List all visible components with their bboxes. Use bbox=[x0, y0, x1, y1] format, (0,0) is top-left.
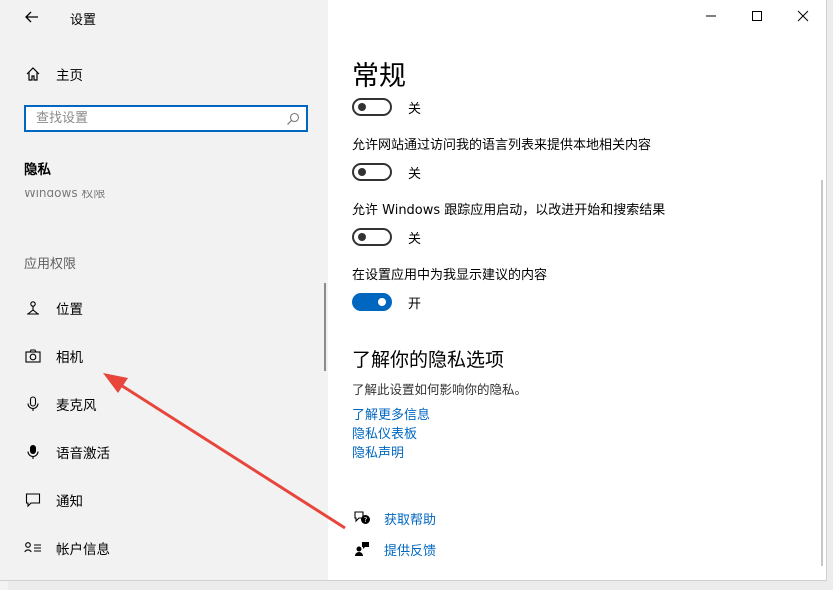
maximize-icon bbox=[752, 11, 762, 21]
give-feedback-link: 提供反馈 bbox=[384, 543, 437, 559]
toggle-switch[interactable] bbox=[352, 293, 392, 311]
svg-text:?: ? bbox=[364, 516, 368, 524]
maximize-button[interactable] bbox=[734, 0, 780, 32]
setting-description: 在设置应用中为我显示建议的内容 bbox=[352, 268, 548, 283]
sidebar-scrollbar[interactable] bbox=[324, 283, 326, 371]
toggle-switch[interactable] bbox=[352, 163, 392, 181]
privacy-options-heading: 了解你的隐私选项 bbox=[352, 349, 505, 371]
sidebar-item-location[interactable]: 位置 bbox=[0, 288, 328, 328]
search-box bbox=[24, 105, 308, 132]
sidebar-item-notifications[interactable]: 通知 bbox=[0, 480, 328, 520]
back-arrow-icon bbox=[25, 11, 38, 23]
sidebar-item-label: 相机 bbox=[56, 350, 83, 366]
page-title: 常规 bbox=[352, 61, 406, 92]
location-icon bbox=[24, 299, 42, 317]
search-input[interactable] bbox=[26, 107, 286, 130]
clipped-item-label: Windows 权限 bbox=[24, 190, 106, 200]
voice-activation-icon bbox=[24, 443, 42, 461]
minimize-icon bbox=[706, 15, 716, 17]
close-button[interactable] bbox=[780, 0, 826, 32]
toggle-switch[interactable] bbox=[352, 98, 392, 116]
get-help-link: 获取帮助 bbox=[384, 512, 437, 528]
close-icon bbox=[797, 10, 809, 22]
sidebar-item-account-info[interactable]: 帐户信息 bbox=[0, 528, 328, 568]
sidebar: 设置 主页 隐私 Windows 权限 应用权限 bbox=[0, 0, 328, 580]
privacy-statement-link[interactable]: 隐私声明 bbox=[352, 442, 404, 461]
toggle-state-label: 关 bbox=[408, 101, 422, 117]
setting-description: 允许 Windows 跟踪应用启动，以改进开始和搜索结果 bbox=[352, 203, 666, 218]
sidebar-item-windows-permissions-clipped[interactable]: Windows 权限 bbox=[24, 190, 144, 202]
learn-more-link[interactable]: 了解更多信息 bbox=[352, 404, 430, 423]
main-scrollbar[interactable] bbox=[821, 180, 823, 566]
setting-toggle-row: 关 bbox=[352, 227, 421, 247]
setting-toggle-row: 开 bbox=[352, 292, 421, 312]
get-help-icon: ? bbox=[352, 508, 372, 528]
sidebar-item-label: 语音激活 bbox=[56, 446, 110, 462]
sidebar-item-label: 麦克风 bbox=[56, 398, 97, 414]
setting-toggle-row: 关 bbox=[352, 162, 421, 182]
sidebar-item-home[interactable]: 主页 bbox=[0, 58, 328, 90]
get-help-row[interactable]: ? 获取帮助 bbox=[352, 508, 436, 528]
toggle-state-label: 开 bbox=[408, 296, 422, 312]
back-button[interactable] bbox=[18, 4, 46, 30]
minimize-button[interactable] bbox=[688, 0, 734, 32]
app-title: 设置 bbox=[70, 13, 97, 28]
privacy-dashboard-link[interactable]: 隐私仪表板 bbox=[352, 423, 417, 442]
feedback-icon bbox=[352, 539, 372, 559]
home-icon bbox=[24, 65, 42, 83]
sidebar-item-camera[interactable]: 相机 bbox=[0, 336, 328, 376]
settings-window: 设置 主页 隐私 Windows 权限 应用权限 bbox=[0, 0, 827, 581]
sidebar-item-microphone[interactable]: 麦克风 bbox=[0, 384, 328, 424]
notification-icon bbox=[24, 491, 42, 509]
camera-icon bbox=[24, 347, 42, 365]
give-feedback-row[interactable]: 提供反馈 bbox=[352, 539, 436, 559]
search-icon[interactable] bbox=[286, 112, 300, 126]
account-info-icon bbox=[24, 539, 42, 557]
setting-toggle-row: 关 bbox=[352, 97, 421, 117]
toggle-state-label: 关 bbox=[408, 231, 422, 247]
sidebar-item-voice-activation[interactable]: 语音激活 bbox=[0, 432, 328, 472]
setting-description: 允许网站通过访问我的语言列表来提供本地相关内容 bbox=[352, 138, 652, 153]
toggle-switch[interactable] bbox=[352, 228, 392, 246]
sidebar-item-label: 帐户信息 bbox=[56, 542, 110, 558]
toggle-state-label: 关 bbox=[408, 166, 422, 182]
privacy-options-description: 了解此设置如何影响你的隐私。 bbox=[352, 382, 528, 397]
app-permissions-header: 应用权限 bbox=[24, 257, 77, 272]
sidebar-item-label: 通知 bbox=[56, 494, 83, 510]
section-title: 隐私 bbox=[24, 162, 51, 178]
sidebar-item-label: 位置 bbox=[56, 302, 83, 318]
microphone-icon bbox=[24, 395, 42, 413]
home-label: 主页 bbox=[56, 68, 83, 84]
